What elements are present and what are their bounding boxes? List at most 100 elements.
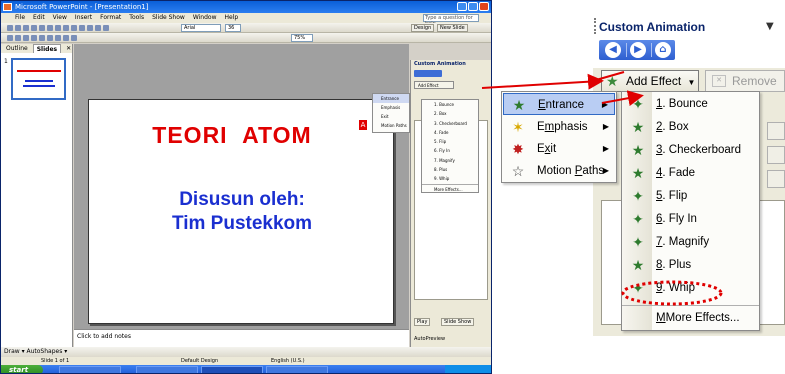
help-search-input[interactable]: Type a question for help [423,14,479,27]
effect-fly-in[interactable]: ✦ 6. Fly In [622,208,759,231]
open-icon[interactable] [15,25,21,31]
bullets-icon[interactable] [55,35,61,41]
mini-effect-item[interactable]: 7. Magnify [422,156,478,165]
standard-toolbar-icons [7,25,109,31]
chart-icon[interactable] [95,25,101,31]
slide-subtitle[interactable]: Disusun oleh: Tim Pustekkom [99,188,385,236]
close-pane-icon[interactable]: ✕ [63,44,74,53]
effect-flip[interactable]: ✦ 5. Flip [622,185,759,208]
effect-box[interactable]: ★ 2. Box [622,116,759,139]
mini-effect-item[interactable]: 1. Bounce [422,100,478,109]
effect-checkerboard[interactable]: ★ 3. Checkerboard [622,139,759,162]
numbering-icon[interactable] [63,35,69,41]
menu-format[interactable]: Format [100,13,121,23]
cut-icon[interactable] [55,25,61,31]
slide-thumbnail[interactable] [11,58,66,100]
start-button[interactable]: start [1,365,43,373]
italic-icon[interactable] [15,35,21,41]
more-effects-item[interactable]: MMore Effects... [622,305,759,329]
preview-icon[interactable] [39,25,45,31]
mini-category-motion-paths[interactable]: Motion Paths [373,121,409,130]
menu-slide-show[interactable]: Slide Show [152,13,185,23]
taskbar-item-powerpoint[interactable] [201,366,263,373]
save-icon[interactable] [23,25,29,31]
start-dropdown[interactable] [767,122,785,140]
direction-dropdown[interactable] [767,146,785,164]
slide-title[interactable]: TEORI ATOM [89,122,375,149]
tab-outline[interactable]: Outline [3,44,31,53]
forward-icon[interactable]: ▶ [630,42,646,58]
back-icon[interactable]: ◀ [605,42,621,58]
taskbar-item[interactable] [266,366,328,373]
menu-edit[interactable]: Edit [33,13,45,23]
speed-dropdown[interactable] [767,170,785,188]
table-icon[interactable] [103,25,109,31]
mini-task-pane-nav[interactable] [414,70,442,77]
font-name-select[interactable]: Arial [181,24,221,32]
mini-effect-item[interactable]: 9. Whip [422,174,478,183]
mini-effect-item[interactable]: 3. Checkerboard [422,119,478,128]
flip-effect-icon: ✦ [632,188,644,204]
mini-effect-item[interactable]: 5. Flip [422,137,478,146]
effect-fade[interactable]: ★ 4. Fade [622,162,759,185]
menu-window[interactable]: Window [193,13,217,23]
effect-label: . Fade [662,167,696,179]
menu-tools[interactable]: Tools [129,13,144,23]
mini-more-effects[interactable]: More Effects... [422,183,478,193]
mini-slide-show-button[interactable]: Slide Show [441,318,475,326]
thumbnail-number: 1 [4,58,8,65]
font-color-icon[interactable] [71,35,77,41]
paste-icon[interactable] [71,25,77,31]
notes-pane[interactable]: Click to add notes [74,329,409,347]
drawing-toolbar[interactable]: Draw ▾ AutoShapes ▾ [1,347,491,357]
redo-icon[interactable] [87,25,93,31]
design-button[interactable]: Design [411,24,435,32]
effect-bounce[interactable]: ✦ 1. Bounce [622,93,759,116]
maximize-button[interactable] [468,2,478,11]
bold-icon[interactable] [7,35,13,41]
menu-help[interactable]: Help [225,13,239,23]
exit-star-icon: ✸ [512,141,524,157]
new-slide-button[interactable]: New Slide [437,24,468,32]
slide-canvas[interactable]: TEORI ATOM A Disusun oleh: Tim Pustekkom [88,99,394,324]
pane-menu-arrow-icon[interactable]: ▼ [766,21,774,32]
category-emphasis[interactable]: ✶ Emphasis ▶ [503,116,615,138]
effect-plus[interactable]: ★ 8. Plus [622,254,759,277]
mini-category-entrance[interactable]: Entrance [373,94,409,103]
mini-effect-item[interactable]: 2. Box [422,109,478,118]
mini-effect-item[interactable]: 8. Plus [422,165,478,174]
taskbar-item[interactable] [59,366,121,373]
spelling-icon[interactable] [47,25,53,31]
mini-category-emphasis[interactable]: Emphasis [373,103,409,112]
align-center-icon[interactable] [39,35,45,41]
mini-play-button[interactable]: Play [414,318,431,326]
mini-effect-item[interactable]: 6. Fly In [422,146,478,155]
menu-view[interactable]: View [53,13,67,23]
menu-insert[interactable]: Insert [75,13,92,23]
effect-magnify[interactable]: ✦ 7. Magnify [622,231,759,254]
category-motion-paths[interactable]: ☆ Motion Paths ▶ [503,160,615,182]
tab-slides[interactable]: Slides [32,44,62,53]
align-left-icon[interactable] [31,35,37,41]
menu-file[interactable]: File [15,13,25,23]
close-button[interactable] [479,2,489,11]
category-entrance[interactable]: ★ Entrance ▶ [503,93,615,115]
minimize-button[interactable] [457,2,467,11]
zoom-select[interactable]: 75% [291,34,313,42]
mini-autopreview-checkbox[interactable]: AutoPreview [414,336,445,342]
underline-icon[interactable] [23,35,29,41]
effect-whip[interactable]: ✦ 9. Whip [622,277,759,300]
mini-effect-item[interactable]: 4. Fade [422,128,478,137]
home-icon[interactable]: ⌂ [655,42,671,58]
category-exit[interactable]: ✸ Exit ▶ [503,138,615,160]
mini-category-exit[interactable]: Exit [373,112,409,121]
undo-icon[interactable] [79,25,85,31]
new-icon[interactable] [7,25,13,31]
font-size-select[interactable]: 36 [225,24,241,32]
align-right-icon[interactable] [47,35,53,41]
add-effect-button[interactable]: ★ Add Effect ▼ [601,70,699,92]
copy-icon[interactable] [63,25,69,31]
taskbar-item[interactable] [136,366,198,373]
mini-add-effect-button[interactable]: Add Effect [414,81,454,89]
print-icon[interactable] [31,25,37,31]
